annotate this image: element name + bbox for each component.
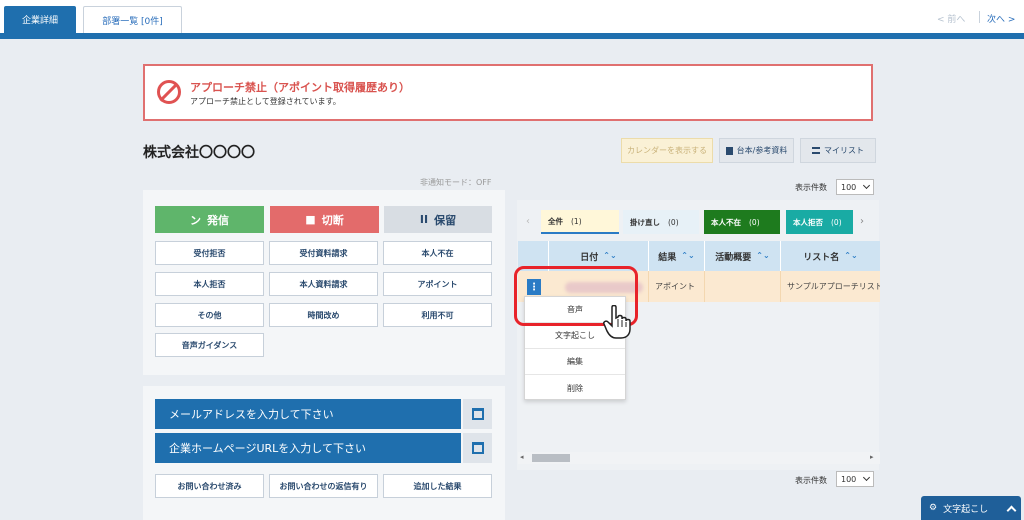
next-link[interactable]: 次へ >: [987, 12, 1015, 25]
cell-list-name: サンプルアプローチリスト: [780, 271, 880, 302]
alert-subtitle: アプローチ禁止として登録されています。: [190, 97, 341, 106]
col-summary[interactable]: 活動概要 ⌃⌄: [704, 241, 780, 271]
result-button[interactable]: その他: [155, 303, 264, 327]
call-button[interactable]: ン 発信: [155, 206, 264, 233]
pause-icon: II: [419, 213, 429, 226]
hand-pointer-icon: [603, 305, 631, 339]
reference-label: 台本/参考資料: [736, 146, 788, 155]
result-button[interactable]: 本人不在: [383, 241, 492, 265]
filter-tab-label: 本人拒否: [793, 217, 823, 227]
show-calendar-button[interactable]: カレンダーを表示する: [621, 138, 713, 163]
col-label: 結果: [658, 252, 677, 263]
result-button[interactable]: 音声ガイダンス: [155, 333, 264, 357]
horizontal-scrollbar[interactable]: ◂ ▸: [518, 452, 880, 464]
transcribe-icon: ⚙: [929, 503, 938, 513]
inquiry-reply-button[interactable]: お問い合わせの返信有り: [269, 474, 378, 498]
transcribe-label: 文字起こし: [943, 504, 989, 515]
col-label: 日付: [580, 252, 599, 263]
hold-button[interactable]: II 保留: [384, 206, 492, 233]
filter-tab-absent[interactable]: 本人不在 (0): [704, 210, 780, 234]
header-rule: [0, 33, 1024, 39]
cell-result: アポイント: [648, 271, 704, 302]
building-icon: [471, 408, 484, 420]
filter-tab-count: (1): [571, 216, 582, 226]
prev-link[interactable]: < 前へ: [937, 12, 965, 25]
scroll-thumb[interactable]: [532, 454, 570, 462]
display-count-select[interactable]: 100: [836, 179, 874, 195]
result-button[interactable]: 時間改め: [269, 303, 378, 327]
chevron-down-icon: [862, 473, 871, 482]
stop-icon: ■: [305, 213, 316, 226]
prohibited-icon: [157, 80, 181, 104]
result-button[interactable]: 受付資料請求: [269, 241, 378, 265]
alert-title: アプローチ禁止（アポイント取得履歴あり）: [190, 81, 410, 94]
filter-tab-count: (0): [749, 217, 760, 227]
col-label: 活動概要: [715, 252, 752, 263]
display-count-value: 100: [841, 182, 857, 192]
filter-tab-refused[interactable]: 本人拒否 (0): [786, 210, 853, 234]
added-result-button[interactable]: 追加した結果: [383, 474, 492, 498]
call-action-panel: ン 発信 ■ 切断 II 保留 受付拒否 受付資料請求 本人不在 本人拒否 本人…: [143, 190, 505, 375]
reference-button[interactable]: 台本/参考資料: [719, 138, 794, 163]
contact-input-panel: メールアドレスを入力して下さい 企業ホームページURLを入力して下さい お問い合…: [143, 386, 505, 520]
result-button[interactable]: 受付拒否: [155, 241, 264, 265]
display-count-value: 100: [841, 474, 857, 484]
url-field[interactable]: 企業ホームページURLを入力して下さい: [155, 433, 461, 463]
book-icon: [725, 146, 733, 155]
chevron-right-icon[interactable]: ›: [860, 216, 864, 227]
scroll-right-icon[interactable]: ▸: [870, 453, 874, 461]
hold-label: 保留: [434, 213, 457, 227]
chevron-left-icon[interactable]: ‹: [526, 216, 530, 227]
menu-item-edit[interactable]: 編集: [525, 349, 625, 375]
result-button[interactable]: アポイント: [383, 272, 492, 296]
call-label: 発信: [207, 213, 229, 227]
hangup-button[interactable]: ■ 切断: [270, 206, 379, 233]
list-icon: [812, 147, 820, 154]
chevron-up-icon: [1006, 505, 1017, 515]
cell-summary: [704, 271, 780, 302]
transcribe-toggle-button[interactable]: ⚙ 文字起こし: [921, 496, 1021, 520]
col-result[interactable]: 結果 ⌃⌄: [648, 241, 704, 271]
result-button[interactable]: 本人資料請求: [269, 272, 378, 296]
phone-icon: ン: [190, 213, 201, 227]
email-register-button[interactable]: [463, 399, 492, 429]
scroll-left-icon[interactable]: ◂: [520, 453, 524, 461]
filter-tab-count: (0): [668, 217, 679, 227]
filter-tab-recall[interactable]: 掛け直し (0): [623, 210, 699, 234]
sort-icon: ⌃⌄: [681, 251, 695, 260]
sort-icon: ⌃⌄: [756, 251, 770, 260]
display-count-label-bottom: 表示件数: [795, 476, 827, 485]
notify-mode-status: 非通知モード：OFF: [420, 178, 492, 187]
mylist-label: マイリスト: [824, 146, 864, 155]
url-register-button[interactable]: [463, 433, 492, 463]
menu-item-delete[interactable]: 削除: [525, 375, 625, 401]
inquiry-done-button[interactable]: お問い合わせ済み: [155, 474, 264, 498]
col-label: リスト名: [803, 252, 840, 263]
approach-prohibited-alert: アプローチ禁止（アポイント取得履歴あり） アプローチ禁止として登録されています。: [143, 64, 873, 121]
col-list-name[interactable]: リスト名 ⌃⌄: [780, 241, 880, 271]
result-button[interactable]: 利用不可: [383, 303, 492, 327]
display-count-label: 表示件数: [795, 183, 827, 192]
display-count-select-bottom[interactable]: 100: [836, 471, 874, 487]
company-name: 株式会社〇〇〇〇: [143, 145, 255, 161]
hangup-label: 切断: [321, 213, 344, 227]
email-field[interactable]: メールアドレスを入力して下さい: [155, 399, 461, 429]
tab-department-list[interactable]: 部署一覧 [0件]: [83, 6, 182, 33]
sort-icon: ⌃⌄: [844, 251, 858, 260]
sort-icon: ⌃⌄: [603, 251, 617, 260]
filter-tab-count: (0): [831, 217, 842, 227]
chevron-down-icon: [862, 181, 871, 190]
filter-tab-label: 本人不在: [711, 217, 741, 227]
pager-divider: [979, 11, 980, 23]
building-icon: [471, 442, 484, 454]
result-button[interactable]: 本人拒否: [155, 272, 264, 296]
filter-tab-label: 全件: [548, 216, 563, 226]
filter-tab-label: 掛け直し: [630, 217, 660, 227]
mylist-button[interactable]: マイリスト: [800, 138, 876, 163]
tab-company-detail[interactable]: 企業詳細: [4, 6, 76, 33]
filter-tab-all[interactable]: 全件 (1): [541, 210, 619, 234]
